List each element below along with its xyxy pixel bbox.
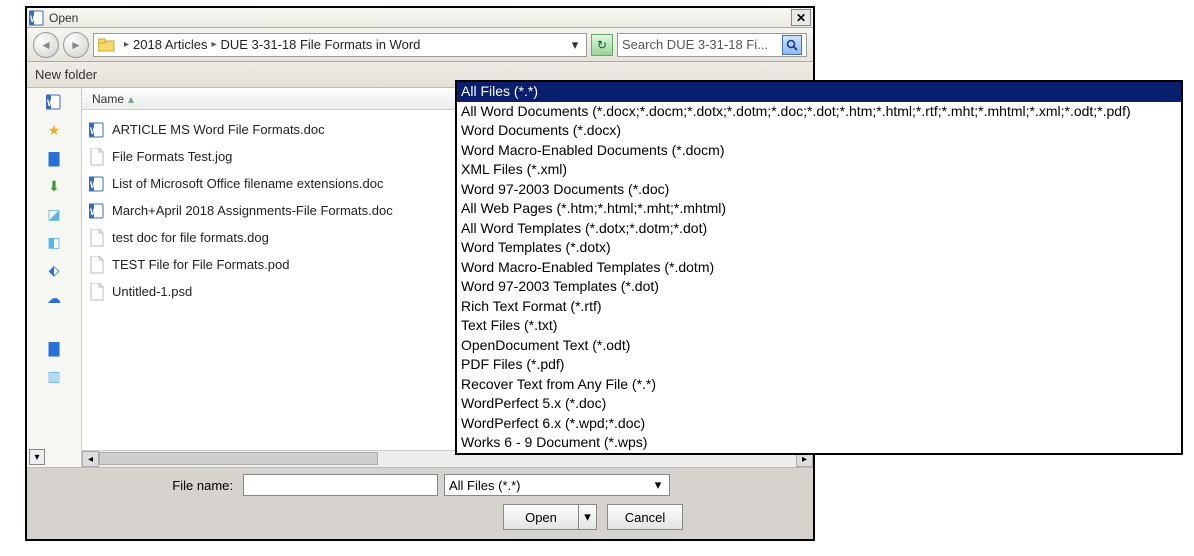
breadcrumb-part[interactable]: DUE 3-31-18 File Formats in Word: [221, 37, 421, 52]
sidebar-toggle-button[interactable]: ▾: [29, 449, 45, 465]
word-doc-icon: [86, 120, 108, 140]
titlebar: Open ✕: [27, 8, 813, 28]
window-title: Open: [49, 11, 791, 25]
sidebar-box2-icon[interactable]: ◧: [43, 232, 65, 252]
filetype-option[interactable]: Word Templates (*.dotx): [457, 238, 1181, 258]
filetype-option[interactable]: PDF Files (*.pdf): [457, 355, 1181, 375]
chevron-icon: ▸: [124, 39, 129, 50]
file-icon: [86, 282, 108, 302]
cancel-button[interactable]: Cancel: [607, 504, 683, 530]
filetype-option[interactable]: Word 97-2003 Templates (*.dot): [457, 277, 1181, 297]
folder-icon: [98, 36, 116, 54]
new-folder-button[interactable]: New folder: [35, 67, 97, 82]
refresh-button[interactable]: ↻: [591, 34, 613, 56]
file-icon: [86, 147, 108, 167]
filetype-option[interactable]: XML Files (*.xml): [457, 160, 1181, 180]
filetype-option[interactable]: WordPerfect 6.x (*.wpd;*.doc): [457, 414, 1181, 434]
filetype-selected: All Files (*.*): [449, 478, 651, 493]
sidebar-downloads-icon[interactable]: ⬇: [43, 176, 65, 196]
word-doc-icon: [86, 201, 108, 221]
open-button[interactable]: Open: [503, 504, 579, 530]
filetype-option[interactable]: All Word Templates (*.dotx;*.dotm;*.dot): [457, 219, 1181, 239]
filetype-option[interactable]: Word Documents (*.docx): [457, 121, 1181, 141]
filetype-option[interactable]: OpenDocument Text (*.odt): [457, 336, 1181, 356]
breadcrumb-part[interactable]: 2018 Articles: [133, 37, 207, 52]
scroll-thumb[interactable]: [99, 452, 378, 465]
file-name: test doc for file formats.dog: [112, 230, 269, 245]
filetype-option[interactable]: Word Macro-Enabled Documents (*.docm): [457, 141, 1181, 161]
file-name: TEST File for File Formats.pod: [112, 257, 289, 272]
filetype-option[interactable]: WordPerfect 5.x (*.doc): [457, 394, 1181, 414]
filetype-option[interactable]: Rich Text Format (*.rtf): [457, 297, 1181, 317]
file-name: Untitled-1.psd: [112, 284, 192, 299]
filetype-option[interactable]: Word Macro-Enabled Templates (*.dotm): [457, 258, 1181, 278]
close-button[interactable]: ✕: [791, 9, 811, 26]
forward-button[interactable]: ►: [63, 32, 89, 58]
filetype-dropdown[interactable]: All Files (*.*)All Word Documents (*.doc…: [455, 80, 1183, 455]
sidebar-cloud-icon[interactable]: ☁: [43, 288, 65, 308]
filetype-select[interactable]: All Files (*.*) ▾: [444, 474, 670, 496]
filetype-option[interactable]: Recover Text from Any File (*.*): [457, 375, 1181, 395]
back-button[interactable]: ◄: [33, 32, 59, 58]
sidebar-word-icon[interactable]: [43, 92, 65, 112]
chevron-down-icon: ▾: [651, 477, 665, 493]
filename-label: File name:: [37, 478, 237, 493]
sidebar-recent-icon[interactable]: ▥: [43, 366, 65, 386]
address-bar[interactable]: ▸ 2018 Articles ▸ DUE 3-31-18 File Forma…: [93, 33, 587, 57]
file-name: File Formats Test.jog: [112, 149, 232, 164]
filetype-option[interactable]: All Files (*.*): [457, 82, 1181, 102]
filename-input[interactable]: [243, 474, 438, 496]
filetype-option[interactable]: Works 6 - 9 Document (*.wps): [457, 433, 1181, 453]
scroll-left-button[interactable]: ◂: [82, 451, 99, 467]
sidebar-dropbox-icon[interactable]: ⬖: [43, 260, 65, 280]
sidebar-favorites-icon[interactable]: ★: [43, 120, 65, 140]
open-split-button[interactable]: ▾: [579, 504, 597, 530]
filetype-option[interactable]: Word 97-2003 Documents (*.doc): [457, 180, 1181, 200]
file-name: ARTICLE MS Word File Formats.doc: [112, 122, 325, 137]
search-go-button[interactable]: [782, 35, 802, 55]
chevron-icon: ▸: [211, 39, 216, 50]
nav-toolbar: ◄ ► ▸ 2018 Articles ▸ DUE 3-31-18 File F…: [27, 28, 813, 62]
sidebar-folder-icon[interactable]: ▇: [43, 148, 65, 168]
search-input[interactable]: Search DUE 3-31-18 Fi...: [617, 33, 807, 57]
nav-sidebar: ★ ▇ ⬇ ◪ ◧ ⬖ ☁ ▇ ▥ ▾: [27, 88, 82, 467]
sort-asc-icon: ▴: [128, 92, 134, 106]
address-dropdown-icon[interactable]: ▾: [568, 37, 582, 53]
filetype-option[interactable]: All Web Pages (*.htm;*.html;*.mht;*.mhtm…: [457, 199, 1181, 219]
file-name: List of Microsoft Office filename extens…: [112, 176, 383, 191]
word-doc-icon: [86, 174, 108, 194]
file-icon: [86, 255, 108, 275]
file-icon: [86, 228, 108, 248]
filetype-option[interactable]: Text Files (*.txt): [457, 316, 1181, 336]
word-app-icon: [29, 10, 45, 26]
dialog-footer: File name: All Files (*.*) ▾ Open ▾ Canc…: [27, 467, 813, 539]
sidebar-folder2-icon[interactable]: ▇: [43, 338, 65, 358]
filetype-option[interactable]: All Word Documents (*.docx;*.docm;*.dotx…: [457, 102, 1181, 122]
sidebar-box-icon[interactable]: ◪: [43, 204, 65, 224]
search-placeholder: Search DUE 3-31-18 Fi...: [622, 37, 782, 52]
file-name: March+April 2018 Assignments-File Format…: [112, 203, 393, 218]
